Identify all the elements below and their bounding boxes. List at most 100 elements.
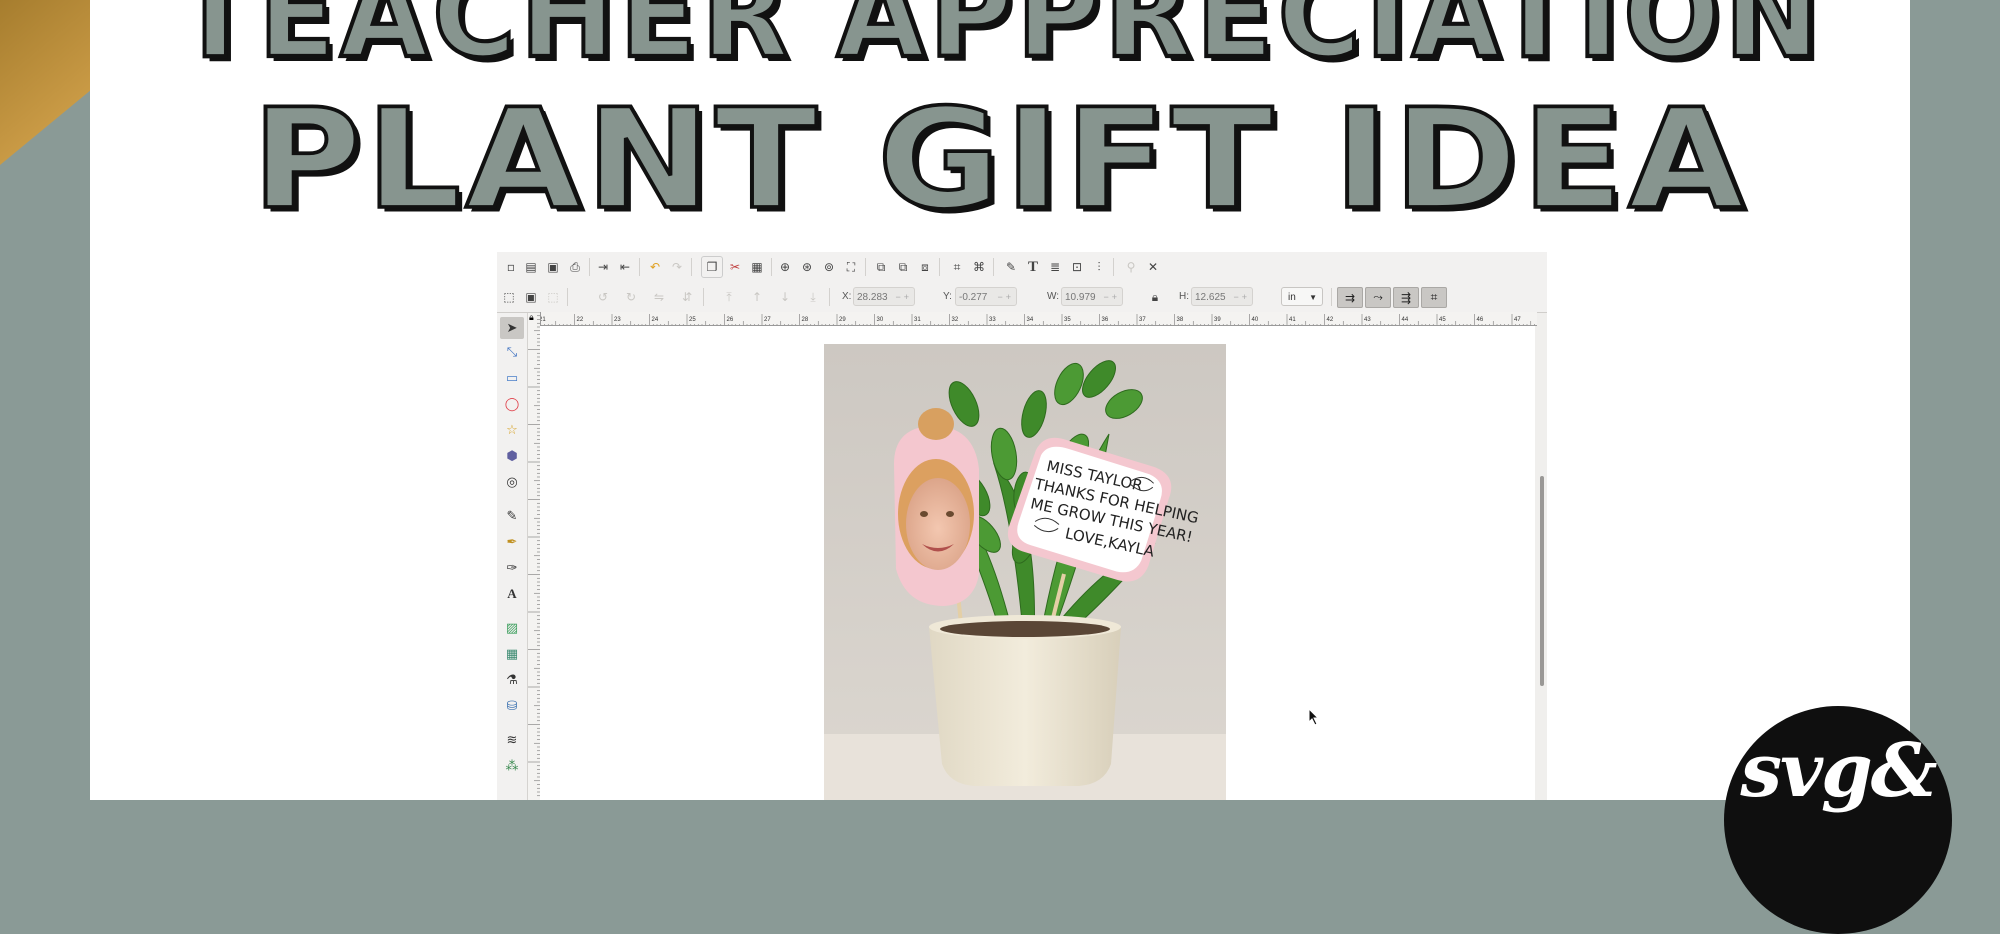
- ruler-label: 35: [1064, 317, 1071, 323]
- zoom-drawing-icon[interactable]: ⊛: [799, 259, 815, 275]
- save-icon[interactable]: ▣: [545, 259, 561, 275]
- w-label: W:: [1047, 291, 1060, 302]
- cut-icon[interactable]: ✂: [727, 259, 743, 275]
- x-field[interactable]: 28.283 −+: [853, 287, 915, 306]
- w-value: 10.979: [1065, 292, 1096, 303]
- duplicate-icon[interactable]: ⧉: [873, 259, 889, 275]
- mouse-cursor-icon: [1308, 708, 1320, 726]
- raise-icon[interactable]: ↑: [749, 289, 765, 305]
- x-label: X:: [842, 291, 852, 302]
- y-label: Y:: [943, 291, 952, 302]
- pencil-tool-icon[interactable]: ✎: [503, 507, 521, 525]
- zoom-fit-icon[interactable]: ⛶: [843, 259, 859, 275]
- x-spinner[interactable]: −+: [895, 288, 912, 307]
- document-properties-icon[interactable]: ✕: [1145, 259, 1161, 275]
- flip-h-icon[interactable]: ⇋: [651, 289, 667, 305]
- brand-logo-badge: svg&: [1724, 706, 1952, 934]
- ruler-label: 34: [1027, 317, 1034, 323]
- ruler-label: 43: [1364, 317, 1371, 323]
- pen-tool-icon[interactable]: ✒: [503, 533, 521, 551]
- selector-toolbar: ⬚ ▣ ⬚ ↺ ↻ ⇋ ⇵ ⤒ ↑ ↓ ⤓ X: 28.283 −+ Y: -0…: [497, 282, 1547, 313]
- rotate-cw-icon[interactable]: ↻: [623, 289, 639, 305]
- ruler-label: 24: [652, 317, 659, 323]
- clone-icon[interactable]: ⧉: [895, 259, 911, 275]
- w-field[interactable]: 10.979 −+: [1061, 287, 1123, 306]
- h-field[interactable]: 12.625 −+: [1191, 287, 1253, 306]
- group-icon[interactable]: ⌗: [949, 259, 965, 275]
- zoom-selection-icon[interactable]: ⊕: [777, 259, 793, 275]
- brand-logo-text: svg&: [1740, 728, 1937, 814]
- copy-icon[interactable]: ❐: [701, 256, 723, 278]
- print-icon[interactable]: ⎙: [567, 259, 583, 275]
- undo-icon[interactable]: ↶: [647, 259, 663, 275]
- ruler-label: 23: [614, 317, 621, 323]
- toolbox: ➤ ⤡ ▭ ◯ ☆ ⬢ ◎ ✎ ✒ ✑ A ▨ ▦ ⚗ ⛁ ≋ ⁂: [497, 313, 528, 800]
- paint-bucket-tool-icon[interactable]: ⛁: [503, 697, 521, 715]
- fill-stroke-icon[interactable]: ✎: [1003, 259, 1019, 275]
- calligraphy-tool-icon[interactable]: ✑: [503, 559, 521, 577]
- w-spinner[interactable]: −+: [1103, 288, 1120, 307]
- move-gradients-button[interactable]: ⇶: [1393, 287, 1419, 308]
- move-patterns-button[interactable]: ⌗: [1421, 287, 1447, 308]
- y-field[interactable]: -0.277 −+: [955, 287, 1017, 306]
- align-icon[interactable]: ⫶: [1091, 259, 1107, 275]
- export-icon[interactable]: ⇤: [617, 259, 633, 275]
- scale-corners-icon: ⤳: [1373, 290, 1383, 304]
- spiral-tool-icon[interactable]: ◎: [503, 473, 521, 491]
- rectangle-tool-icon[interactable]: ▭: [503, 369, 521, 387]
- rotate-ccw-icon[interactable]: ↺: [595, 289, 611, 305]
- zoom-page-icon[interactable]: ⊚: [821, 259, 837, 275]
- mesh-tool-icon[interactable]: ▦: [503, 645, 521, 663]
- star-tool-icon[interactable]: ☆: [503, 421, 521, 439]
- text-tool-icon[interactable]: A: [503, 585, 521, 603]
- new-icon[interactable]: ▫: [503, 259, 519, 275]
- ruler-label: 25: [689, 317, 696, 323]
- ruler-label: 45: [1439, 317, 1446, 323]
- scale-corners-button[interactable]: ⤳: [1365, 287, 1391, 308]
- ruler-label: 36: [1102, 317, 1109, 323]
- xml-editor-icon[interactable]: ⊡: [1069, 259, 1085, 275]
- vertical-scrollbar[interactable]: [1537, 326, 1547, 800]
- ruler-label: 41: [1289, 317, 1296, 323]
- spray-tool-icon[interactable]: ⁂: [503, 757, 521, 775]
- deselect-icon[interactable]: ⬚: [545, 289, 561, 305]
- 3d-box-tool-icon[interactable]: ⬢: [503, 447, 521, 465]
- ungroup-icon[interactable]: ⌘: [971, 259, 987, 275]
- gradient-tool-icon[interactable]: ▨: [503, 619, 521, 637]
- lower-bottom-icon[interactable]: ⤓: [805, 289, 821, 305]
- title-line-1: TEACHER APPRECIATION: [174, 0, 1824, 86]
- scrollbar-thumb[interactable]: [1540, 476, 1544, 686]
- guide-lock-icon[interactable]: 🔒︎: [529, 313, 534, 323]
- open-icon[interactable]: ▤: [523, 259, 539, 275]
- ruler-label: 47: [1514, 317, 1521, 323]
- y-spinner[interactable]: −+: [997, 288, 1014, 307]
- ruler-label: 26: [727, 317, 734, 323]
- scale-stroke-button[interactable]: ⇉: [1337, 287, 1363, 308]
- selector-tool-icon[interactable]: ➤: [500, 317, 524, 339]
- dropper-tool-icon[interactable]: ⚗: [503, 671, 521, 689]
- ruler-label: 29: [839, 317, 846, 323]
- layers-icon[interactable]: ≣: [1047, 259, 1063, 275]
- text-font-icon[interactable]: T: [1025, 259, 1041, 275]
- ruler-label: 40: [1252, 317, 1259, 323]
- paste-icon[interactable]: ▦: [749, 259, 765, 275]
- scale-stroke-icon: ⇉: [1344, 290, 1356, 305]
- tweak-tool-icon[interactable]: ≋: [503, 731, 521, 749]
- redo-icon[interactable]: ↷: [669, 259, 685, 275]
- h-value: 12.625: [1195, 292, 1226, 303]
- raise-top-icon[interactable]: ⤒: [721, 289, 737, 305]
- plant-gift-photo[interactable]: MISS TAYLOR THANKS FOR HELPING ME GROW T…: [824, 344, 1226, 800]
- lower-icon[interactable]: ↓: [777, 289, 793, 305]
- ellipse-tool-icon[interactable]: ◯: [503, 395, 521, 413]
- unlink-clone-icon[interactable]: ⧈: [917, 259, 933, 275]
- unit-select[interactable]: in ▼: [1281, 287, 1323, 306]
- preferences-icon[interactable]: ⚲: [1123, 259, 1139, 275]
- node-tool-icon[interactable]: ⤡: [503, 343, 521, 361]
- select-all-layers-icon[interactable]: ▣: [523, 289, 539, 305]
- lock-icon[interactable]: 🔒︎: [1147, 289, 1163, 305]
- import-icon[interactable]: ⇥: [595, 259, 611, 275]
- commands-toolbar: ▫ ▤ ▣ ⎙ ⇥ ⇤ ↶ ↷ ❐ ✂ ▦ ⊕ ⊛ ⊚ ⛶ ⧉ ⧉ ⧈ ⌗ ⌘ …: [497, 252, 1547, 283]
- h-spinner[interactable]: −+: [1233, 288, 1250, 307]
- select-all-icon[interactable]: ⬚: [501, 289, 517, 305]
- flip-v-icon[interactable]: ⇵: [679, 289, 695, 305]
